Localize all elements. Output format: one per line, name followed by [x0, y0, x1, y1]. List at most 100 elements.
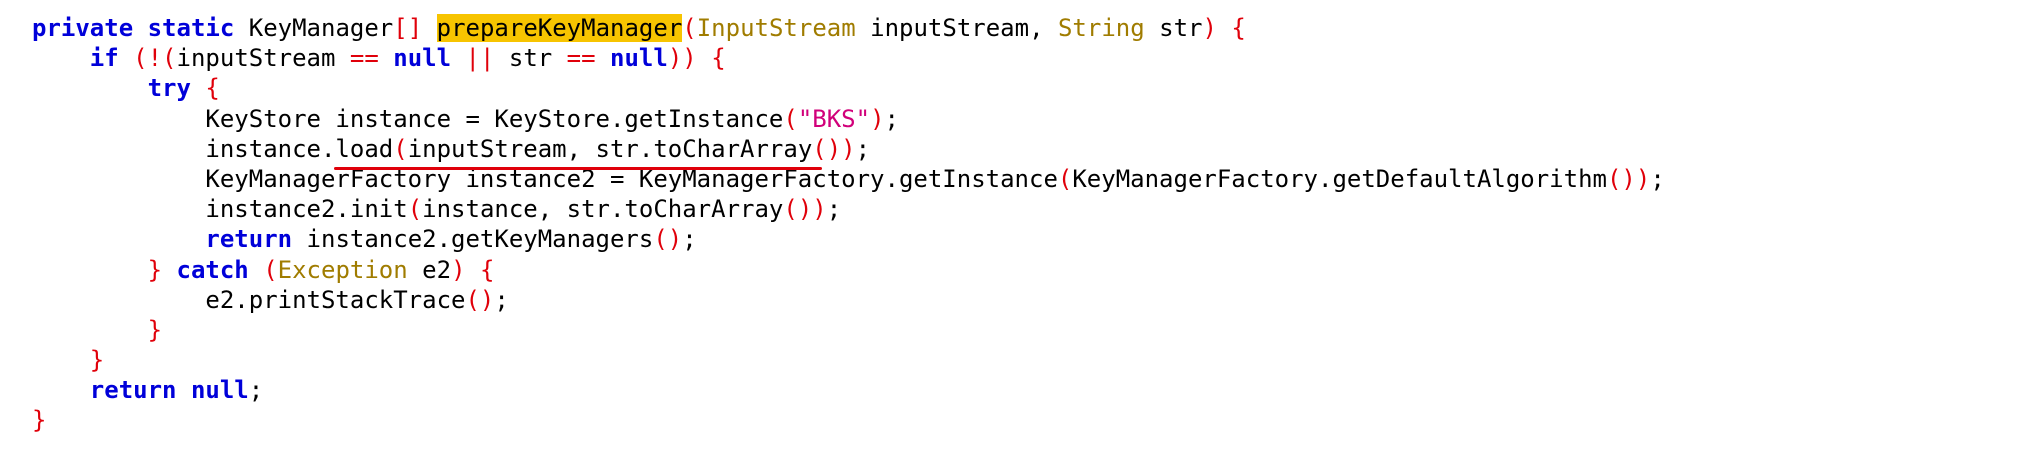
code-line: instance.load(inputStream, str.toCharArr… [32, 134, 1665, 164]
code-bracket: == [349, 44, 379, 73]
code-text: instance, str.toCharArray [422, 195, 784, 224]
code-line: } [32, 315, 1665, 345]
code-bracket: } [32, 406, 47, 435]
code-bracket: == [566, 44, 596, 73]
code-bracket: ) [870, 104, 885, 133]
code-text: ; [884, 104, 899, 133]
code-bracket: ( [407, 195, 423, 224]
red-underline-annotation [334, 167, 822, 170]
code-line: KeyManagerFactory instance2 = KeyManager… [32, 164, 1665, 194]
code-keyword: null [190, 376, 249, 405]
code-type: Exception [277, 255, 408, 284]
code-text: inputStream, str.toCharArray [407, 134, 813, 163]
code-keyword: static [147, 14, 235, 42]
code-bracket: ()) [812, 134, 856, 163]
code-text: inputStream, [855, 14, 1058, 42]
code-line: try { [32, 73, 1665, 103]
code-line: } [32, 405, 1665, 435]
highlighted-method-name: prepareKeyManager [436, 14, 683, 42]
code-text: ; [855, 134, 871, 163]
code-bracket: { [1231, 14, 1246, 42]
code-editor: private static KeyManager[] prepareKeyMa… [0, 0, 2024, 454]
code-keyword: null [610, 44, 668, 73]
code-bracket: { [205, 74, 220, 103]
code-keyword: return [89, 376, 177, 405]
code-bracket: ()) [1606, 164, 1651, 193]
code-bracket: ( [783, 104, 798, 133]
code-text: str [1144, 14, 1203, 42]
code-bracket: ( [393, 134, 408, 163]
code-text: e2.printStackTrace [32, 285, 466, 314]
code-line: e2.printStackTrace(); [32, 285, 1665, 315]
code-text: instance.load [32, 134, 394, 163]
code-bracket: { [479, 255, 495, 284]
code-bracket: () [653, 225, 683, 254]
code-bracket: [] [393, 14, 423, 42]
code-text: KeyStore instance = KeyStore.getInstance [32, 104, 784, 133]
code-text: ; [1650, 164, 1665, 193]
code-bracket: )) [667, 44, 697, 73]
code-bracket: ( [682, 14, 697, 42]
code-keyword: null [393, 44, 452, 73]
code-bracket: (!( [133, 44, 177, 73]
code-string: "BKS" [797, 104, 871, 133]
code-line: return null; [32, 375, 1665, 405]
code-text: KeyManagerFactory.getDefaultAlgorithm [1072, 164, 1607, 193]
code-keyword: private [32, 14, 134, 42]
code-text: instance2.init [32, 195, 408, 224]
code-block: private static KeyManager[] prepareKeyMa… [32, 13, 1665, 436]
code-line: } catch (Exception e2) { [32, 255, 1665, 285]
code-bracket: ) [451, 255, 466, 284]
code-text: str [494, 44, 567, 73]
code-type: String [1057, 14, 1145, 42]
code-bracket: ( [1057, 164, 1073, 193]
code-text: ; [682, 225, 697, 254]
code-line: instance2.init(instance, str.toCharArray… [32, 194, 1665, 224]
code-bracket: ()) [783, 195, 827, 224]
code-line: if (!(inputStream == null || str == null… [32, 43, 1665, 73]
code-bracket: { [711, 44, 726, 73]
code-bracket: } [147, 255, 163, 284]
code-line: } [32, 345, 1665, 375]
code-text: ; [826, 195, 842, 224]
code-text: KeyManager [234, 14, 394, 42]
code-text: e2 [407, 255, 452, 284]
code-keyword: try [147, 74, 191, 103]
code-bracket: ( [263, 255, 278, 284]
code-text: inputStream [176, 44, 350, 73]
code-keyword: catch [176, 255, 249, 284]
code-bracket: ) [1202, 14, 1217, 42]
code-type: InputStream [696, 14, 856, 42]
code-text: instance2.getKeyManagers [292, 225, 654, 254]
code-text: ; [494, 285, 509, 314]
code-bracket: } [147, 315, 163, 344]
code-bracket: } [89, 346, 105, 375]
code-bracket: || [465, 44, 495, 73]
code-bracket: () [465, 285, 495, 314]
code-line: private static KeyManager[] prepareKeyMa… [32, 13, 1665, 43]
code-keyword: if [89, 44, 119, 73]
code-keyword: return [205, 225, 293, 254]
code-line: KeyStore instance = KeyStore.getInstance… [32, 104, 1665, 134]
code-text: ; [248, 376, 264, 405]
code-line: return instance2.getKeyManagers(); [32, 224, 1665, 254]
